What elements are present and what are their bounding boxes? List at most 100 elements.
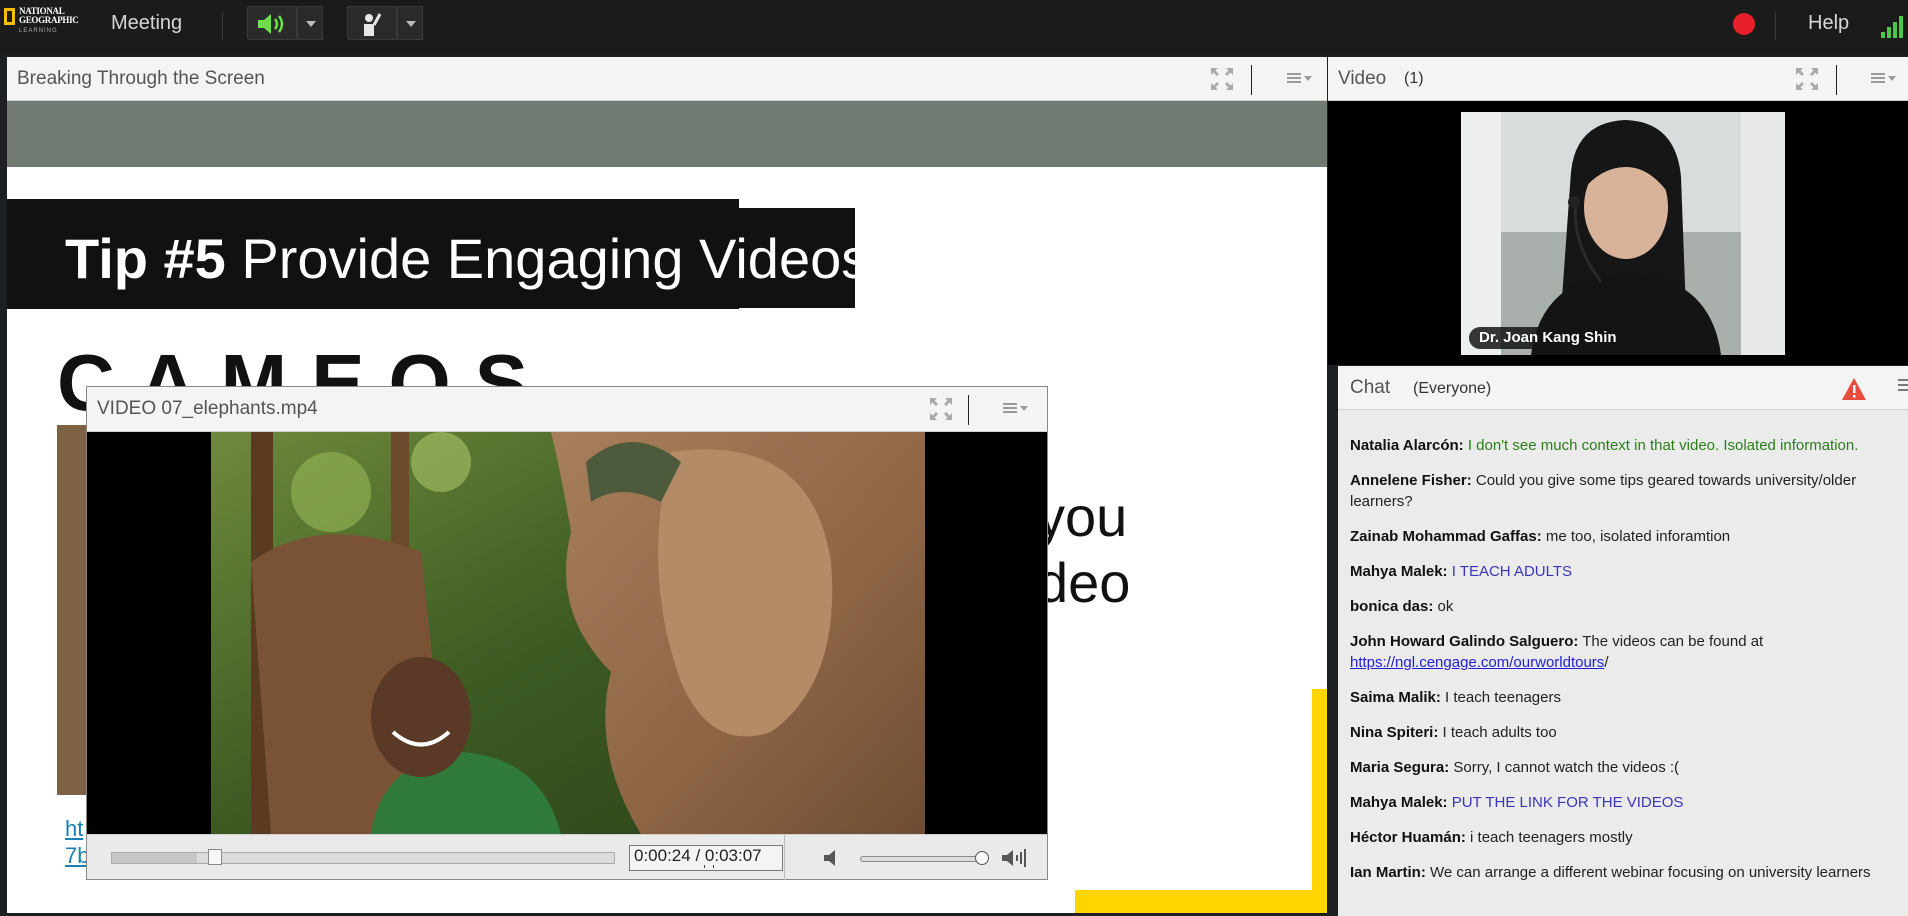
record-icon[interactable] [1733, 13, 1755, 35]
chat-message: Annelene Fisher: Could you give some tip… [1350, 470, 1902, 512]
slide-accent-bar-vertical [1312, 689, 1327, 913]
mute-icon[interactable] [821, 847, 843, 869]
help-menu[interactable]: Help [1808, 12, 1849, 35]
slide-top-band [7, 101, 1327, 167]
pod-menu-icon[interactable] [1003, 403, 1028, 415]
camera-pod-title: Video [1338, 68, 1387, 89]
meeting-menu[interactable]: Meeting [111, 12, 182, 35]
share-pod-header: Breaking Through the Screen [7, 57, 1327, 101]
chat-sender: Mahya Malek: [1350, 563, 1448, 580]
seek-bar-handle[interactable] [208, 849, 222, 865]
chat-message: Nina Spiteri: I teach adults too [1350, 722, 1902, 743]
resize-grip-icon[interactable] [704, 865, 714, 868]
national-geographic-logo: NATIONAL GEOGRAPHIC LEARNING [4, 6, 80, 40]
volume-slider[interactable] [860, 856, 988, 862]
chat-message-list: Natalia Alarcón: I don't see much contex… [1350, 435, 1902, 897]
pod-menu-icon[interactable] [1898, 379, 1908, 395]
chat-sender: Ian Martin: [1350, 864, 1426, 881]
slide-image-partial [57, 425, 87, 795]
chat-message: Mahya Malek: PUT THE LINK FOR THE VIDEOS [1350, 792, 1902, 813]
chat-text: I teach adults too [1442, 724, 1557, 741]
signal-bar [1881, 32, 1885, 38]
chat-sender: Héctor Huamán: [1350, 829, 1466, 846]
chat-message: Ian Martin: We can arrange a different w… [1350, 862, 1902, 883]
chat-message: Maria Segura: Sorry, I cannot watch the … [1350, 757, 1902, 778]
share-pod-title: Breaking Through the Screen [17, 68, 265, 89]
camera-pod: Video (1) Dr. Joan Kang Shin [1328, 57, 1908, 365]
chevron-down-icon [306, 21, 316, 27]
camera-pod-header: Video (1) [1328, 57, 1908, 101]
header-divider [968, 395, 969, 425]
speaker-dropdown-button[interactable] [297, 6, 323, 40]
chat-pod: Chat (Everyone) Natalia Alarcón: I don't… [1338, 366, 1908, 916]
slide-accent-bar-horizontal [1075, 890, 1327, 913]
chat-pod-header: Chat (Everyone) [1338, 366, 1908, 410]
chat-text: We can arrange a different webinar focus… [1430, 864, 1871, 881]
chat-message: Mahya Malek: I TEACH ADULTS [1350, 561, 1902, 582]
chat-sender: Annelene Fisher: [1350, 472, 1472, 489]
slide-body-text: you deo [1037, 485, 1131, 614]
chat-scope-label[interactable]: (Everyone) [1413, 380, 1491, 398]
pod-menu-icon[interactable] [1287, 73, 1312, 85]
controls-divider [784, 835, 785, 880]
chat-text: PUT THE LINK FOR THE VIDEOS [1451, 794, 1684, 811]
header-divider [1836, 65, 1837, 95]
speaker-button[interactable] [247, 6, 297, 40]
top-menu-bar: NATIONAL GEOGRAPHIC LEARNING Meeting Hel… [0, 0, 1908, 54]
seek-bar[interactable] [111, 849, 615, 865]
header-divider [1251, 65, 1252, 95]
video-frame-elephant-keeper [211, 432, 925, 834]
seek-bar-progress [112, 853, 198, 863]
chevron-down-icon [406, 21, 416, 27]
chat-pod-title: Chat [1350, 377, 1391, 398]
slide-title-bold: Tip #5 [65, 227, 226, 290]
chat-text: ok [1437, 598, 1454, 615]
volume-slider-handle[interactable] [975, 851, 989, 865]
logo-subtext: LEARNING [19, 28, 58, 34]
presenter-video-frame [1461, 112, 1785, 355]
fullscreen-icon[interactable] [1210, 67, 1234, 91]
chat-sender: Natalia Alarcón: [1350, 437, 1464, 454]
chat-message: Héctor Huamán: i teach teenagers mostly [1350, 827, 1902, 848]
logo-text: NATIONAL GEOGRAPHIC [19, 6, 79, 25]
raise-hand-icon [364, 13, 382, 36]
chat-sender: Nina Spiteri: [1350, 724, 1439, 741]
speaker-icon [258, 14, 284, 34]
chat-text: I teach teenagers [1445, 689, 1561, 706]
fullscreen-icon[interactable] [929, 397, 953, 421]
fullscreen-icon[interactable] [1795, 67, 1819, 91]
chat-link-suffix: / [1604, 654, 1609, 671]
camera-participant-count: (1) [1404, 70, 1424, 87]
signal-icon [1881, 14, 1908, 38]
signal-bar [1899, 16, 1903, 38]
warning-icon[interactable] [1841, 377, 1867, 401]
webcam-feed[interactable]: Dr. Joan Kang Shin [1461, 112, 1785, 355]
chat-text: Sorry, I cannot watch the videos :( [1453, 759, 1680, 776]
participant-name-label: Dr. Joan Kang Shin [1469, 327, 1627, 349]
chat-text: I TEACH ADULTS [1451, 563, 1573, 580]
raise-hand-button[interactable] [347, 6, 397, 40]
chat-sender: Mahya Malek: [1350, 794, 1448, 811]
slide-title: Tip #5 Provide Engaging Videos [65, 226, 869, 291]
chat-message: Zainab Mohammad Gaffas: me too, isolated… [1350, 526, 1902, 547]
chat-message: bonica das: ok [1350, 596, 1902, 617]
chat-text: me too, isolated inforamtion [1545, 528, 1731, 545]
chat-link[interactable]: https://ngl.cengage.com/ourworldtours [1350, 654, 1604, 671]
chat-message: Natalia Alarcón: I don't see much contex… [1350, 435, 1902, 456]
video-controls-bar: 0:00:24 / 0:03:07 [87, 834, 1047, 880]
chat-text: The videos can be found at [1582, 633, 1764, 650]
slide-title-rest: Provide Engaging Videos [225, 227, 870, 290]
volume-max-icon[interactable] [1000, 847, 1028, 869]
pod-menu-icon[interactable] [1871, 73, 1896, 85]
status-dropdown-button[interactable] [397, 6, 423, 40]
chat-sender: Maria Segura: [1350, 759, 1450, 776]
video-player-pod: VIDEO 07_elephants.mp4 0:00:24 / 0:03:07 [86, 386, 1048, 880]
chat-sender: bonica das: [1350, 598, 1434, 615]
video-display[interactable] [87, 432, 1047, 834]
chat-message: Saima Malik: I teach teenagers [1350, 687, 1902, 708]
chat-sender: Zainab Mohammad Gaffas: [1350, 528, 1542, 545]
chat-message: John Howard Galindo Salguero: The videos… [1350, 631, 1902, 673]
logo-yellow-frame-icon [4, 8, 15, 25]
chat-sender: John Howard Galindo Salguero: [1350, 633, 1579, 650]
video-file-title: VIDEO 07_elephants.mp4 [97, 398, 318, 419]
